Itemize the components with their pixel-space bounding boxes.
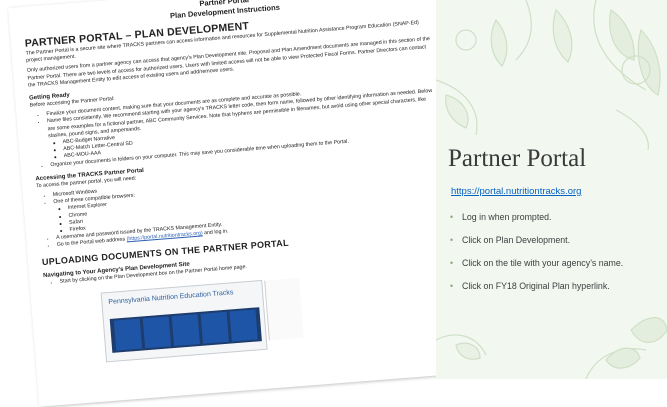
screenshot-tile xyxy=(200,311,229,344)
screenshot-sidebar xyxy=(264,277,304,341)
bullet-item: Log in when prompted. xyxy=(450,210,655,224)
screenshot-tile-row xyxy=(109,307,262,353)
screenshot-banner: Pennsylvania Nutrition Education Tracks xyxy=(108,289,234,306)
portal-link[interactable]: https://portal.nutritiontracks.org xyxy=(451,186,581,197)
instruction-bullets: Log in when prompted. Click on Plan Deve… xyxy=(450,210,655,302)
screenshot-tile xyxy=(229,309,258,342)
bullet-item: Click on FY18 Original Plan hyperlink. xyxy=(450,279,655,293)
slide-panel: Partner Portal https://portal.nutritiont… xyxy=(436,0,667,379)
screenshot-tile xyxy=(113,318,143,351)
screenshot-tile xyxy=(142,316,172,349)
screenshot-tile xyxy=(171,313,200,346)
portal-screenshot-thumbnail: Pennsylvania Nutrition Education Tracks xyxy=(100,277,304,363)
slide-title: Partner Portal xyxy=(448,145,587,172)
instruction-document: Partner Portal Plan Development Instruct… xyxy=(8,0,471,407)
bullet-item: Click on Plan Development. xyxy=(450,233,655,247)
bullet-item: Click on the tile with your agency’s nam… xyxy=(450,256,655,270)
list-item-suffix: and log in. xyxy=(203,228,229,237)
